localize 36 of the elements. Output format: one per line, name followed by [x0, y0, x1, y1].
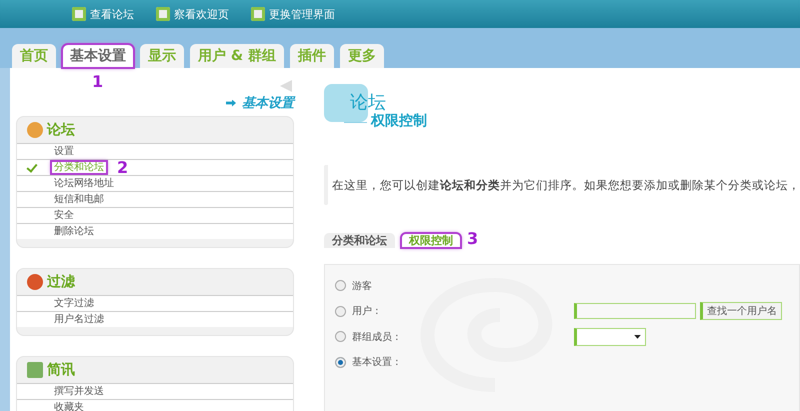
toolbar-link[interactable]: 察看欢迎页 — [156, 6, 229, 22]
option-label: 基本设置 : — [352, 356, 400, 370]
toolbar-link[interactable]: 查看论坛 — [72, 6, 134, 22]
radio-button[interactable] — [335, 306, 346, 317]
option-label: 游客 — [352, 280, 373, 293]
title-badge — [324, 84, 368, 122]
page-subtitle: 权限控制 — [371, 112, 427, 130]
page-title: 论坛 — [350, 91, 386, 113]
menu-item[interactable]: 论坛网络地址 — [51, 177, 117, 190]
caret-icon — [634, 334, 641, 339]
find-user-button[interactable]: 查找一个用户名 — [700, 302, 782, 320]
menu-title: 过滤 — [47, 273, 75, 291]
menu-item[interactable]: 安全 — [51, 209, 77, 222]
annotation-number: 1 — [92, 72, 104, 91]
menu-title: 论坛 — [47, 121, 75, 139]
menu-item[interactable]: 撰写并发送 — [51, 385, 107, 398]
annotation-number: 2 — [117, 158, 128, 177]
menu-title: 简讯 — [47, 361, 75, 379]
radio-button[interactable] — [335, 280, 346, 292]
intro-text: 在这里，您可以创建论坛和分类并为它们排序。如果您想要添加或删除某个分类或论坛， — [332, 178, 800, 192]
radio-button[interactable] — [335, 356, 346, 368]
username-field[interactable] — [574, 303, 696, 320]
radio-button[interactable] — [335, 331, 346, 342]
menu-item[interactable]: 用户名过滤 — [51, 313, 107, 326]
menu-item[interactable]: 设置 — [51, 145, 77, 158]
group-dropdown[interactable] — [574, 328, 646, 346]
option-label: 群组成员 : — [352, 330, 400, 344]
sub-tab[interactable]: 分类和论坛 — [324, 233, 395, 248]
section-heading: 基本设置 — [242, 95, 294, 112]
menu-item[interactable]: 短信和电邮 — [51, 193, 107, 206]
option-label: 用户 : — [352, 304, 380, 318]
menu-item[interactable]: 删除论坛 — [51, 225, 97, 238]
nav-tab[interactable]: 基本设置 — [62, 44, 134, 68]
toolbar-link[interactable]: 更换管理界面 — [251, 6, 335, 22]
menu-item[interactable]: 文字过滤 — [51, 297, 97, 310]
annotation-number: 3 — [467, 229, 478, 248]
